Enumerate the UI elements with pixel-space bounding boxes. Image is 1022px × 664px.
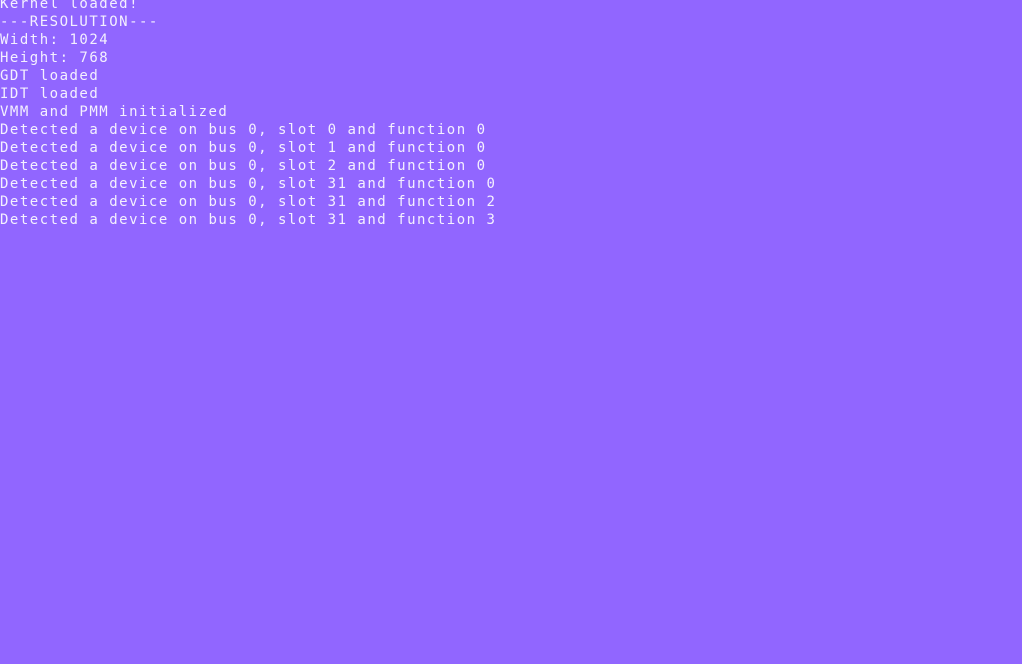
console-line-height: Height: 768: [0, 50, 110, 66]
console-line-device: Detected a device on bus 0, slot 2 and f…: [0, 158, 487, 174]
console-line-idt: IDT loaded: [0, 86, 100, 102]
console-line-device: Detected a device on bus 0, slot 0 and f…: [0, 122, 487, 138]
console-line-device: Detected a device on bus 0, slot 1 and f…: [0, 140, 487, 156]
console-line-kernel-loaded: Kernel loaded!: [0, 0, 140, 12]
framebuffer-screen: Kernel loaded! ---RESOLUTION--- Width: 1…: [0, 0, 1022, 664]
console-line-width: Width: 1024: [0, 32, 110, 48]
console-line-memory: VMM and PMM initialized: [0, 104, 229, 120]
console-line-device: Detected a device on bus 0, slot 31 and …: [0, 212, 497, 228]
console-line-device: Detected a device on bus 0, slot 31 and …: [0, 194, 497, 210]
console-line-device: Detected a device on bus 0, slot 31 and …: [0, 176, 497, 192]
console-line-gdt: GDT loaded: [0, 68, 100, 84]
console-output: Kernel loaded! ---RESOLUTION--- Width: 1…: [0, 0, 496, 229]
console-line-resolution-header: ---RESOLUTION---: [0, 14, 159, 30]
